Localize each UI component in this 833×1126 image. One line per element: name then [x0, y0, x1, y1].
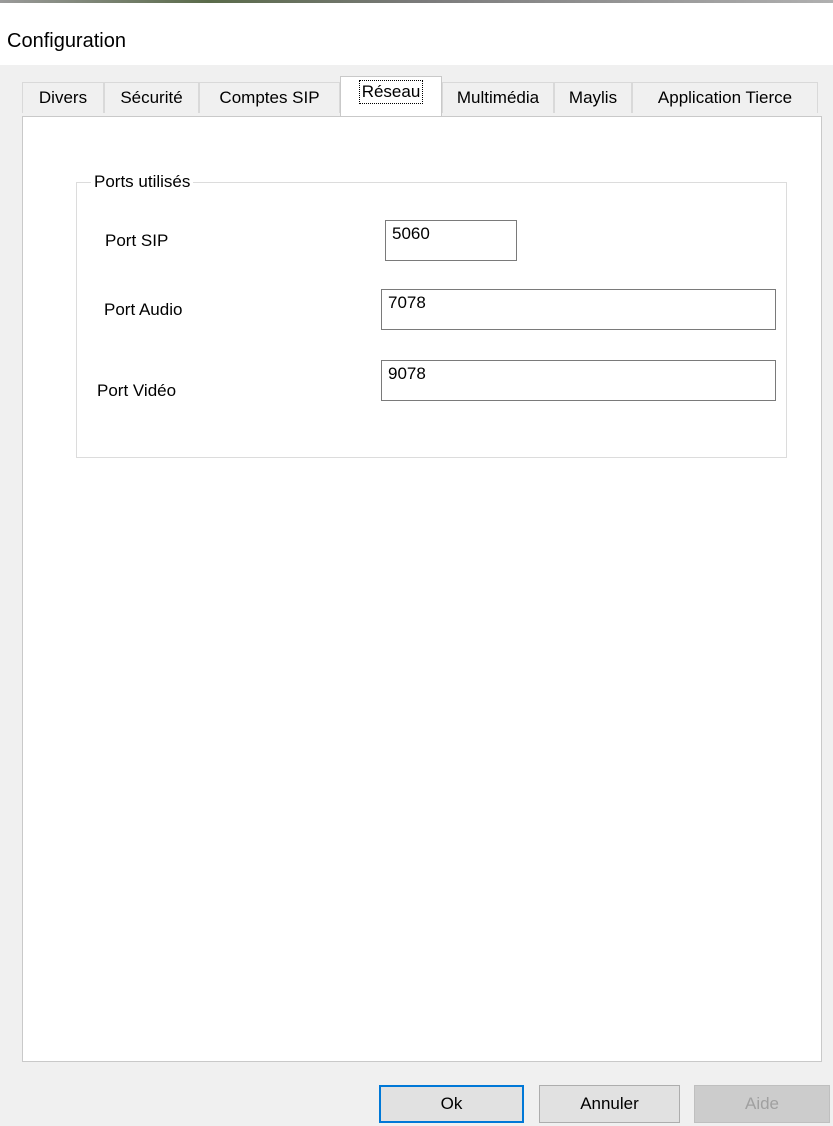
port-audio-label: Port Audio	[104, 300, 183, 319]
group-title: Ports utilisés	[91, 171, 194, 193]
window-title: Configuration	[7, 30, 126, 52]
tab-securite[interactable]: Sécurité	[104, 82, 199, 113]
port-video-input[interactable]	[381, 360, 776, 401]
help-button: Aide	[694, 1085, 830, 1123]
tab-strip: Divers Sécurité Comptes SIP Réseau Multi…	[22, 76, 822, 116]
tab-label: Maylis	[568, 88, 618, 107]
title-bar[interactable]: Configuration	[0, 3, 833, 65]
cancel-button[interactable]: Annuler	[539, 1085, 680, 1123]
tab-application-tierce[interactable]: Application Tierce	[632, 82, 818, 113]
port-sip-input[interactable]	[385, 220, 517, 261]
tab-comptes-sip[interactable]: Comptes SIP	[199, 82, 340, 113]
ok-button[interactable]: Ok	[379, 1085, 524, 1123]
tab-label: Réseau	[358, 80, 424, 104]
configuration-dialog: Configuration Divers Sécurité Comptes SI…	[0, 0, 833, 1126]
tab-maylis[interactable]: Maylis	[554, 82, 632, 113]
port-audio-input[interactable]	[381, 289, 776, 330]
reseau-tab-panel: Ports utilisés Port SIP Port Audio Port …	[22, 116, 822, 1062]
tab-multimedia[interactable]: Multimédia	[442, 82, 554, 113]
port-video-label: Port Vidéo	[97, 381, 177, 400]
tab-label: Sécurité	[120, 88, 183, 107]
ports-group-box: Ports utilisés Port SIP Port Audio Port …	[76, 171, 787, 458]
tab-label: Application Tierce	[657, 88, 793, 107]
tab-label: Multimédia	[456, 88, 540, 107]
tab-label: Comptes SIP	[219, 88, 320, 107]
dialog-button-bar: Ok Annuler Aide	[0, 1062, 833, 1126]
port-sip-label: Port SIP	[105, 231, 169, 250]
tab-label: Divers	[38, 88, 88, 107]
tab-reseau[interactable]: Réseau	[340, 76, 442, 116]
tab-divers[interactable]: Divers	[22, 82, 104, 113]
